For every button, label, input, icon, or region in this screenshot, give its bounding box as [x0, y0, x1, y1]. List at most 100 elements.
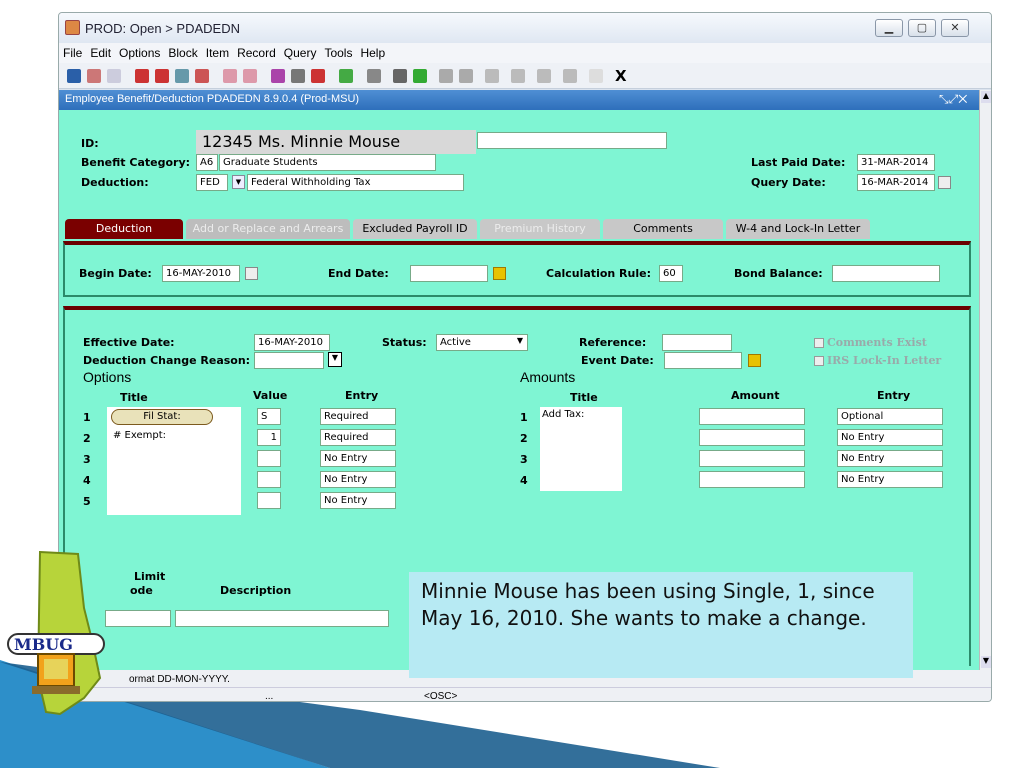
menu-item[interactable]: Item — [202, 43, 233, 60]
amount-entry-field: Optional — [837, 408, 943, 425]
end-date-calendar-icon[interactable] — [493, 267, 506, 280]
effective-date-field[interactable]: 16-MAY-2010 — [254, 334, 330, 351]
event-date-field[interactable] — [664, 352, 742, 369]
comments-exist-checkbox[interactable] — [814, 338, 824, 348]
maximize-button[interactable]: ▢ — [908, 19, 936, 37]
fil-stat-button[interactable]: Fil Stat: — [111, 409, 213, 425]
amount-field[interactable] — [699, 471, 805, 488]
query-date-label: Query Date: — [751, 176, 826, 189]
search-icon[interactable] — [393, 69, 407, 83]
menu-tools[interactable]: Tools — [320, 43, 356, 60]
save-icon[interactable] — [67, 69, 81, 83]
reference-field[interactable] — [662, 334, 732, 351]
window-title: PROD: Open > PDADEDN — [85, 21, 240, 36]
previous-block-icon[interactable] — [155, 69, 169, 83]
audio-icon[interactable] — [485, 69, 499, 83]
end-date-field[interactable] — [410, 265, 488, 282]
menu-record[interactable]: Record — [233, 43, 280, 60]
amounts-entry-header: Entry — [877, 389, 911, 402]
option-entry-field: Required — [320, 408, 396, 425]
print-icon[interactable] — [367, 69, 381, 83]
minimize-button[interactable]: ▁ — [875, 19, 903, 37]
menu-block[interactable]: Block — [164, 43, 201, 60]
status-select[interactable]: Active ▼ — [436, 334, 528, 351]
menu-options[interactable]: Options — [115, 43, 164, 60]
benefit-category-description: Graduate Students — [219, 154, 436, 171]
last-paid-date-field: 31-MAR-2014 — [857, 154, 935, 171]
enter-query-icon[interactable] — [223, 69, 237, 83]
event-date-calendar-icon[interactable] — [748, 354, 761, 367]
status-value: Active — [440, 337, 471, 348]
delete-record-icon[interactable] — [291, 69, 305, 83]
title-bar: PROD: Open > PDADEDN ▁ ▢ ✕ — [59, 13, 991, 43]
bulb-icon[interactable] — [589, 69, 603, 83]
previous-record-icon[interactable] — [195, 69, 209, 83]
form-window-controls-icon[interactable]: ⤡⤢✕ — [939, 92, 967, 107]
change-reason-dropdown-icon[interactable]: ▼ — [328, 352, 342, 367]
vertical-scrollbar[interactable]: ▲ ▼ — [979, 90, 991, 670]
id-field[interactable]: 12345 Ms. Minnie Mouse — [196, 130, 476, 154]
menu-edit[interactable]: Edit — [86, 43, 115, 60]
calculation-rule-field[interactable]: 60 — [659, 265, 683, 282]
home-icon[interactable] — [537, 69, 551, 83]
add-icon[interactable] — [413, 69, 427, 83]
option-row-number: 1 — [83, 411, 91, 424]
amount-field[interactable] — [699, 429, 805, 446]
option-entry-field: Required — [320, 429, 396, 446]
tab-deduction[interactable]: Deduction — [65, 219, 183, 239]
tab-w4-lock-in-letter[interactable]: W-4 and Lock-In Letter — [726, 219, 870, 239]
scroll-up-icon[interactable]: ▲ — [981, 91, 991, 103]
menu-bar: File Edit Options Block Item Record Query Tools… — [59, 43, 991, 63]
change-reason-label: Deduction Change Reason: — [83, 354, 251, 367]
id-name-extension-field[interactable] — [477, 132, 667, 149]
amount-field[interactable] — [699, 408, 805, 425]
menu-query[interactable]: Query — [280, 43, 321, 60]
scroll-down-icon[interactable]: ▼ — [981, 656, 991, 668]
tree2-icon[interactable] — [459, 69, 473, 83]
remove-record-icon[interactable] — [311, 69, 325, 83]
menu-help[interactable]: Help — [356, 43, 389, 60]
description-label: Description — [220, 584, 292, 597]
option-value-field[interactable] — [257, 450, 281, 467]
amount-entry-field: No Entry — [837, 450, 943, 467]
deduction-dropdown-icon[interactable]: ▼ — [232, 175, 245, 189]
bond-balance-field[interactable] — [832, 265, 940, 282]
calendar-icon[interactable] — [938, 176, 951, 189]
tab-add-replace-arrears[interactable]: Add or Replace and Arrears — [186, 219, 350, 239]
option-value-field[interactable] — [257, 471, 281, 488]
query-date-field[interactable]: 16-MAR-2014 — [857, 174, 935, 191]
form-title: Employee Benefit/Deduction PDADEDN 8.9.0… — [65, 93, 360, 105]
option-entry-field: No Entry — [320, 450, 396, 467]
option-value-field[interactable]: S — [257, 408, 281, 425]
status-osc: <OSC> — [424, 691, 458, 702]
option-value-field[interactable]: 1 — [257, 429, 281, 446]
rollback-icon[interactable] — [87, 69, 101, 83]
next-block-icon[interactable] — [135, 69, 149, 83]
amount-field[interactable] — [699, 450, 805, 467]
insert-record-icon[interactable] — [271, 69, 285, 83]
benefit-category-code[interactable]: A6 — [196, 154, 218, 171]
execute-query-icon[interactable] — [243, 69, 257, 83]
help-icon[interactable] — [563, 69, 577, 83]
status-dropdown-icon[interactable]: ▼ — [517, 336, 523, 345]
begin-date-calendar-icon[interactable] — [245, 267, 258, 280]
tab-premium-history[interactable]: Premium History — [480, 219, 600, 239]
irs-lock-in-checkbox[interactable] — [814, 356, 824, 366]
tree-icon[interactable] — [439, 69, 453, 83]
lock-icon[interactable] — [339, 69, 353, 83]
option-value-field[interactable] — [257, 492, 281, 509]
close-button[interactable]: ✕ — [941, 19, 969, 37]
begin-date-field[interactable]: 16-MAY-2010 — [162, 265, 240, 282]
page-icon[interactable] — [107, 69, 121, 83]
next-record-icon[interactable] — [175, 69, 189, 83]
exit-icon[interactable]: X — [615, 67, 627, 85]
network-icon[interactable] — [511, 69, 525, 83]
reference-label: Reference: — [579, 336, 647, 349]
deduction-code[interactable]: FED — [196, 174, 228, 191]
annotation-callout: Minnie Mouse has been using Single, 1, s… — [409, 572, 913, 678]
change-reason-field[interactable] — [254, 352, 324, 369]
tab-excluded-payroll-id[interactable]: Excluded Payroll ID — [353, 219, 477, 239]
menu-file[interactable]: File — [59, 43, 86, 60]
option-row-number: 4 — [83, 474, 91, 487]
tab-comments[interactable]: Comments — [603, 219, 723, 239]
